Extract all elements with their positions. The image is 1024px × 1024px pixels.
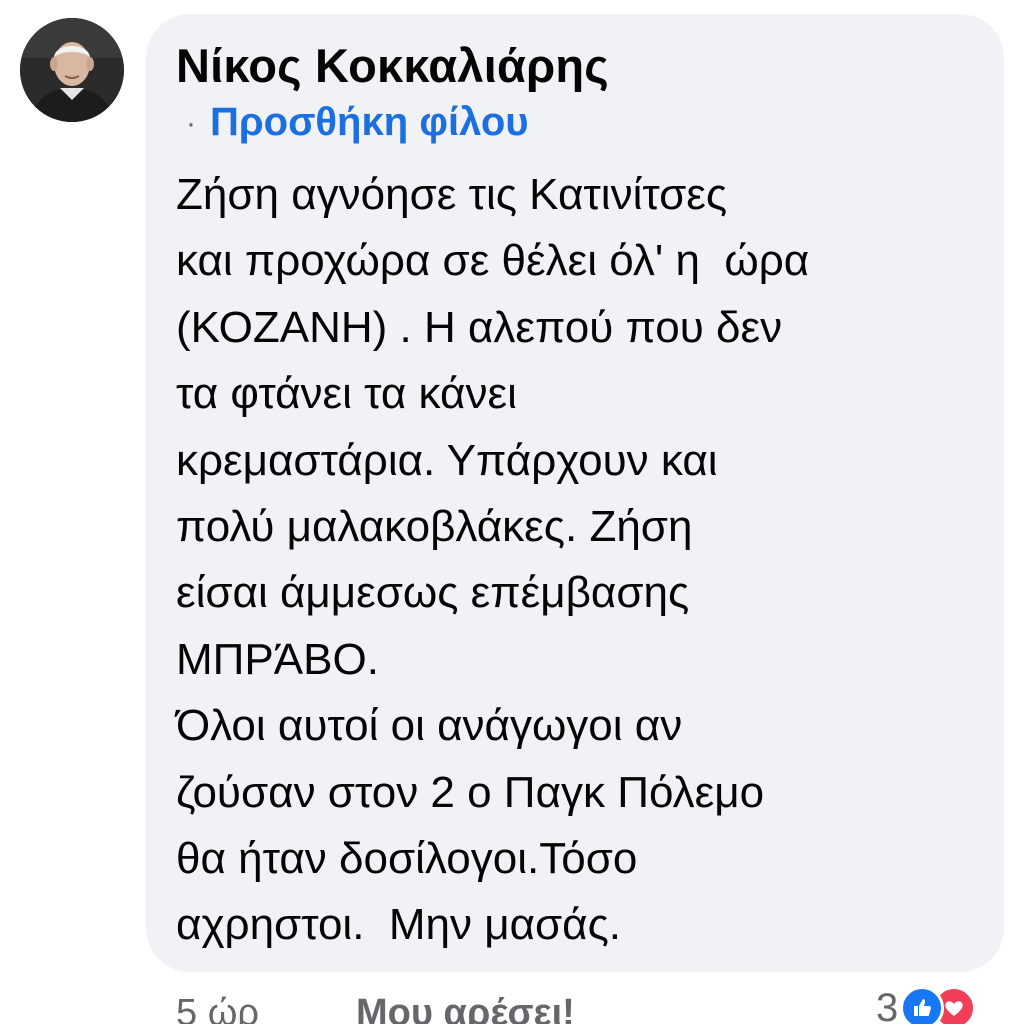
comment-line: θα ήταν δοσίλογοι.Τόσο: [176, 834, 638, 884]
comment-line: πολύ μαλακοβλάκες. Ζήση: [176, 502, 693, 552]
avatar[interactable]: [20, 18, 124, 122]
like-button[interactable]: Μου αρέσει!: [356, 992, 575, 1024]
avatar-photo: [20, 18, 124, 122]
comment-line: αχρηστοι. Μην μασάς.: [176, 900, 622, 950]
comment-line: Όλοι αυτοί οι ανάγωγοι αν: [176, 701, 683, 751]
add-friend-row: · Προσθήκη φίλου: [186, 100, 529, 145]
comment-timestamp[interactable]: 5 ώρ: [176, 992, 259, 1024]
comment-line: Ζήση αγνόησε τις Κατινίτσες: [176, 170, 728, 219]
comment-line: κρεμαστάρια. Υπάρχουν και: [176, 435, 718, 485]
comment-screenshot: Νίκος Κοκκαλιάρης · Προσθήκη φίλου Ζήση α…: [0, 0, 1024, 1024]
comment-line: και προχώρα σε θέλει όλ' η ώρα: [176, 236, 810, 286]
comment-line: ΜΠΡΆΒΟ.: [176, 634, 379, 684]
comment-author-name[interactable]: Νίκος Κοκκαλιάρης: [176, 38, 609, 93]
comment-text: Ζήση αγνόησε τις Κατινίτσες και προχώρα …: [176, 162, 996, 959]
like-icon: [900, 986, 945, 1024]
comment-footer: 5 ώρ Μου αρέσει! 3: [176, 986, 1024, 1024]
comment-line: είσαι άμμεσως επέμβασης: [176, 568, 690, 618]
add-friend-link[interactable]: Προσθήκη φίλου: [210, 100, 529, 144]
comment-line: ζούσαν στον 2 ο Παγκ Πόλεμο: [176, 767, 765, 817]
reactions-summary[interactable]: 3: [876, 985, 977, 1024]
separator-dot: ·: [186, 107, 196, 141]
comment-line: τα φτάνει τα κάνει: [176, 369, 517, 419]
reaction-count: 3: [876, 985, 899, 1024]
comment-line: (ΚΟΖΑΝΗ) . Η αλεπού που δεν: [176, 302, 783, 352]
